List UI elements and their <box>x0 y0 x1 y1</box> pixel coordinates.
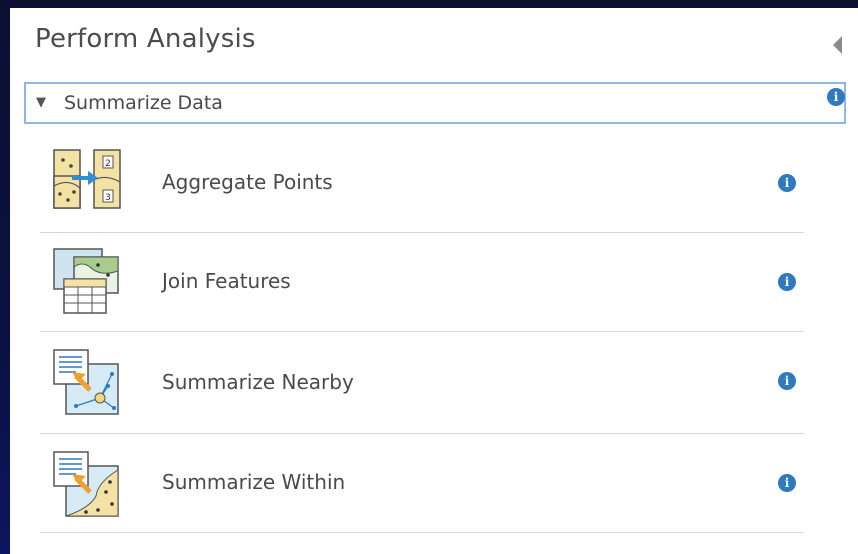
perform-analysis-panel: Perform Analysis ▼ Summarize Data i 2 3 … <box>10 8 858 554</box>
info-icon[interactable]: i <box>778 273 796 291</box>
info-icon[interactable]: i <box>778 174 796 192</box>
aggregate-points-icon: 2 3 <box>53 149 121 209</box>
chevron-left-icon[interactable] <box>833 36 842 54</box>
tool-join-features[interactable]: Join Features i <box>40 233 804 332</box>
section-title: Summarize Data <box>64 92 223 114</box>
summarize-within-icon <box>53 451 119 517</box>
panel-title: Perform Analysis <box>35 24 256 54</box>
join-features-icon <box>53 248 119 314</box>
summarize-nearby-icon <box>53 349 119 415</box>
tool-label: Aggregate Points <box>162 170 333 194</box>
info-icon[interactable]: i <box>778 372 796 390</box>
info-icon[interactable]: i <box>778 474 796 492</box>
caret-down-icon[interactable]: ▼ <box>36 95 46 110</box>
tool-summarize-within[interactable]: Summarize Within i <box>40 434 804 533</box>
tool-label: Summarize Within <box>162 470 346 494</box>
tool-list: 2 3 Aggregate Points i Join Features i S… <box>40 134 804 533</box>
svg-text:3: 3 <box>105 193 111 203</box>
tool-label: Join Features <box>162 269 291 293</box>
tool-label: Summarize Nearby <box>162 370 354 394</box>
info-icon[interactable]: i <box>827 88 845 106</box>
tool-aggregate-points[interactable]: 2 3 Aggregate Points i <box>40 134 804 233</box>
section-summarize-data[interactable]: ▼ Summarize Data i <box>24 82 846 124</box>
tool-summarize-nearby[interactable]: Summarize Nearby i <box>40 332 804 434</box>
svg-text:2: 2 <box>105 159 111 169</box>
